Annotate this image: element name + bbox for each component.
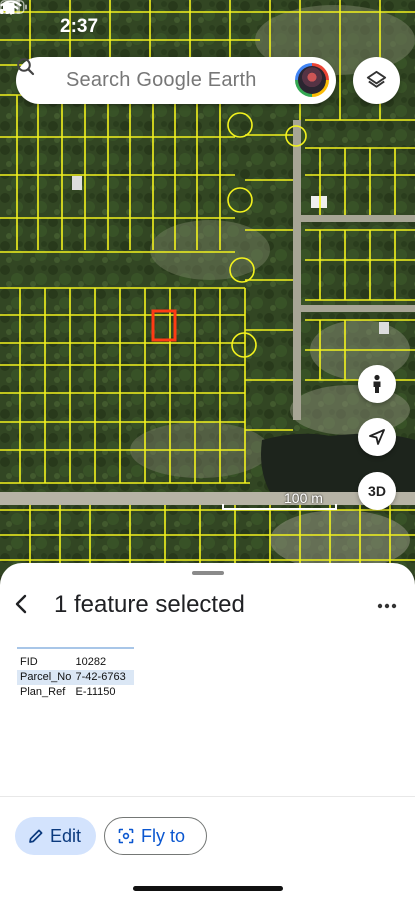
- sheet-title: 1 feature selected: [54, 591, 245, 618]
- location-arrow-icon: [369, 429, 385, 445]
- fly-to-label: Fly to: [141, 826, 186, 846]
- pencil-icon: [29, 829, 43, 843]
- attribute-value: 10282: [75, 656, 107, 668]
- attribute-key: FID: [20, 656, 38, 668]
- attribute-value: E-11150: [75, 686, 116, 698]
- battery-icon: [0, 0, 27, 14]
- sheet-drag-handle[interactable]: [192, 571, 224, 575]
- scale-bar: [222, 504, 337, 510]
- more-icon[interactable]: [377, 603, 397, 609]
- fly-to-button[interactable]: Fly to: [104, 817, 207, 855]
- edit-label: Edit: [50, 826, 82, 846]
- feature-sheet: 1 feature selected FID 10282 Parcel_No 7…: [0, 563, 415, 900]
- fly-to-icon: [118, 828, 134, 844]
- attribute-row: FID 10282: [17, 655, 134, 670]
- status-bar: 2:37: [0, 0, 415, 54]
- layers-button[interactable]: [353, 57, 400, 104]
- search-icon: [17, 58, 35, 76]
- view-3d-label: 3D: [368, 483, 386, 499]
- attribute-table: FID 10282 Parcel_No 7-42-6763 Plan_Ref E…: [17, 647, 134, 700]
- attribute-row: Plan_Ref E-11150: [17, 685, 134, 700]
- search-bar[interactable]: Search Google Earth: [16, 57, 336, 104]
- layers-icon: [366, 70, 387, 88]
- status-time: 2:37: [60, 16, 99, 37]
- divider: [0, 796, 415, 797]
- attribute-row-selected: Parcel_No 7-42-6763: [17, 670, 134, 685]
- satellite-map[interactable]: 2:37 Search Google Earth 3D 100 m: [0, 0, 415, 575]
- attribute-value: 7-42-6763: [75, 671, 126, 683]
- my-location-button[interactable]: [358, 418, 396, 456]
- view-3d-button[interactable]: 3D: [358, 472, 396, 510]
- map-scale: 100 m: [222, 490, 337, 510]
- back-icon[interactable]: [10, 591, 34, 617]
- search-input[interactable]: Search Google Earth: [66, 69, 257, 92]
- home-indicator: [133, 886, 283, 891]
- edit-button[interactable]: Edit: [15, 817, 96, 855]
- street-view-button[interactable]: [358, 365, 396, 403]
- attribute-key: Parcel_No: [20, 671, 72, 683]
- attribute-key: Plan_Ref: [20, 686, 66, 698]
- street-view-icon: [373, 374, 381, 393]
- avatar[interactable]: [295, 63, 329, 97]
